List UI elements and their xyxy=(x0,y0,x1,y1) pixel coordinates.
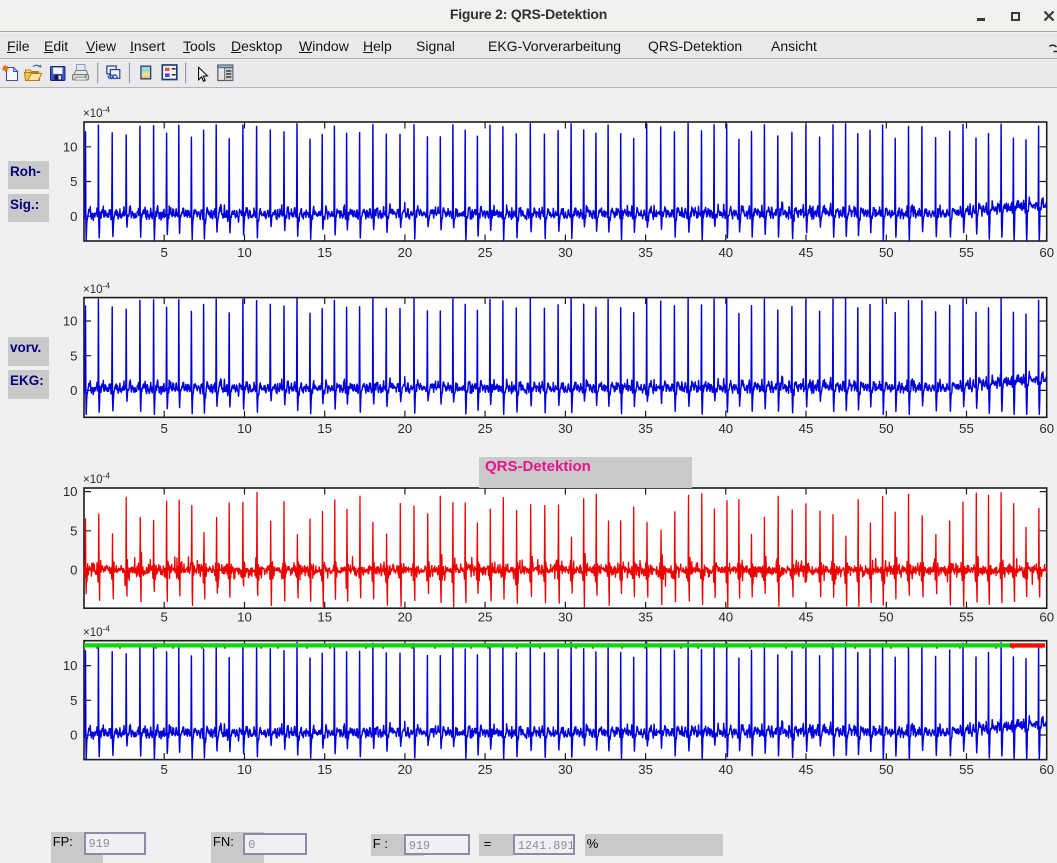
svg-text:40: 40 xyxy=(718,421,733,436)
svg-text:45: 45 xyxy=(799,609,814,624)
svg-text:5: 5 xyxy=(70,523,77,538)
svg-text:35: 35 xyxy=(638,609,653,624)
svg-text:5: 5 xyxy=(161,609,168,624)
svg-text:15: 15 xyxy=(317,245,332,260)
svg-text:40: 40 xyxy=(718,609,733,624)
svg-text:60: 60 xyxy=(1039,762,1054,777)
svg-text:×10-4: ×10-4 xyxy=(83,471,110,487)
svg-text:35: 35 xyxy=(638,421,653,436)
svg-text:×10-4: ×10-4 xyxy=(83,105,110,121)
svg-text:0: 0 xyxy=(70,728,77,743)
svg-text:10: 10 xyxy=(237,245,252,260)
svg-text:55: 55 xyxy=(959,762,974,777)
svg-text:50: 50 xyxy=(879,609,894,624)
svg-text:25: 25 xyxy=(478,762,493,777)
svg-text:10: 10 xyxy=(237,421,252,436)
svg-text:5: 5 xyxy=(161,421,168,436)
svg-text:25: 25 xyxy=(478,245,493,260)
svg-text:35: 35 xyxy=(638,762,653,777)
svg-text:35: 35 xyxy=(638,245,653,260)
svg-text:15: 15 xyxy=(317,421,332,436)
svg-text:15: 15 xyxy=(317,762,332,777)
svg-text:×10-4: ×10-4 xyxy=(83,281,110,297)
svg-text:45: 45 xyxy=(799,245,814,260)
svg-text:5: 5 xyxy=(161,762,168,777)
svg-text:45: 45 xyxy=(799,762,814,777)
svg-text:0: 0 xyxy=(70,383,77,398)
svg-text:10: 10 xyxy=(63,139,78,154)
svg-text:20: 20 xyxy=(398,245,413,260)
svg-text:60: 60 xyxy=(1039,609,1054,624)
svg-text:55: 55 xyxy=(959,609,974,624)
svg-text:10: 10 xyxy=(237,609,252,624)
svg-text:60: 60 xyxy=(1039,421,1054,436)
svg-text:40: 40 xyxy=(718,762,733,777)
svg-text:25: 25 xyxy=(478,421,493,436)
svg-text:10: 10 xyxy=(63,484,78,499)
svg-text:30: 30 xyxy=(558,421,573,436)
svg-text:50: 50 xyxy=(879,762,894,777)
svg-text:0: 0 xyxy=(70,209,77,224)
svg-text:5: 5 xyxy=(161,245,168,260)
svg-text:5: 5 xyxy=(70,174,77,189)
svg-text:55: 55 xyxy=(959,421,974,436)
svg-text:0: 0 xyxy=(70,563,77,578)
svg-text:40: 40 xyxy=(718,245,733,260)
svg-text:20: 20 xyxy=(398,762,413,777)
svg-text:10: 10 xyxy=(63,314,78,329)
svg-text:20: 20 xyxy=(398,421,413,436)
svg-text:×10-4: ×10-4 xyxy=(83,624,110,640)
svg-text:30: 30 xyxy=(558,609,573,624)
svg-text:30: 30 xyxy=(558,245,573,260)
svg-text:5: 5 xyxy=(70,693,77,708)
svg-text:25: 25 xyxy=(478,609,493,624)
svg-text:10: 10 xyxy=(237,762,252,777)
svg-text:5: 5 xyxy=(70,348,77,363)
svg-text:30: 30 xyxy=(558,762,573,777)
svg-text:45: 45 xyxy=(799,421,814,436)
svg-text:50: 50 xyxy=(879,245,894,260)
svg-text:60: 60 xyxy=(1039,245,1054,260)
svg-text:15: 15 xyxy=(317,609,332,624)
svg-text:10: 10 xyxy=(63,658,78,673)
svg-text:55: 55 xyxy=(959,245,974,260)
svg-text:20: 20 xyxy=(398,609,413,624)
svg-text:50: 50 xyxy=(879,421,894,436)
